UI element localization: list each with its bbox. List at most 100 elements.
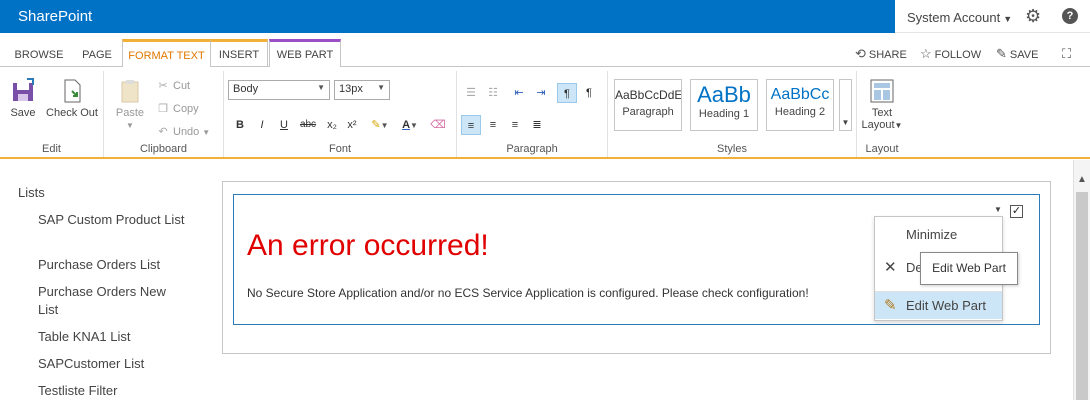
chevron-down-icon: ▼ xyxy=(1003,14,1013,24)
highlighter-icon: ✎ xyxy=(371,119,381,131)
group-label-styles: Styles xyxy=(717,143,747,155)
bold-button[interactable]: B xyxy=(230,115,250,135)
ribbon: Save Check Out Edit Paste ▼ ✂ Cut ❐ Copy ↶ U… xyxy=(0,67,1090,159)
nav-item[interactable]: SAP Custom Product List xyxy=(38,211,188,229)
text-layout-icon xyxy=(870,79,894,103)
follow-label: FOLLOW xyxy=(934,49,982,61)
clear-format-button[interactable]: ⌫ xyxy=(428,115,448,135)
focus-content-button[interactable]: ⛶ xyxy=(1062,46,1074,62)
chevron-down-icon: ▼ xyxy=(126,121,134,130)
scissors-icon: ✂ xyxy=(158,80,168,92)
edit-icon: ✎ xyxy=(884,297,897,314)
focus-icon: ⛶ xyxy=(1062,46,1072,61)
text-layout-button[interactable]: Text Layout▼ xyxy=(861,77,903,132)
font-color-icon: A xyxy=(402,119,411,131)
group-label-font: Font xyxy=(328,143,351,155)
bullet-list-icon[interactable]: ☰ xyxy=(461,83,481,103)
chevron-down-icon: ▼ xyxy=(202,128,211,137)
nav-heading-lists[interactable]: Lists xyxy=(18,185,45,200)
group-label-clipboard: Clipboard xyxy=(139,143,188,155)
numbered-list-icon[interactable]: ☷ xyxy=(483,83,503,103)
suite-bar: SharePoint System Account ▼ ⚙ ? xyxy=(0,0,1090,33)
tab-page[interactable]: PAGE xyxy=(78,44,116,67)
share-icon: ⟲ xyxy=(855,46,866,61)
ltr-icon[interactable]: ¶ xyxy=(557,83,577,103)
paste-label: Paste xyxy=(115,107,145,119)
error-message: No Secure Store Application and/or no EC… xyxy=(247,286,809,300)
underline-button[interactable]: U xyxy=(274,115,294,135)
help-icon[interactable]: ? xyxy=(1062,8,1078,24)
web-part-select-checkbox[interactable]: ✓ xyxy=(1010,205,1023,218)
nav-item[interactable]: Table KNA1 List xyxy=(38,328,188,346)
font-size-select[interactable]: 13px ▼ xyxy=(334,80,390,100)
italic-button[interactable]: I xyxy=(252,115,272,135)
subscript-button[interactable]: x₂ xyxy=(322,115,342,135)
nav-item[interactable]: Testliste Filter xyxy=(38,382,188,400)
app-title[interactable]: SharePoint xyxy=(18,8,92,25)
decrease-indent-icon[interactable]: ⇤ xyxy=(509,83,529,103)
font-color-button[interactable]: A▼ xyxy=(396,115,424,135)
chevron-down-icon: ▼ xyxy=(380,121,389,130)
nav-item[interactable]: Purchase Orders New List xyxy=(38,283,188,319)
ribbon-group-clipboard: Paste ▼ ✂ Cut ❐ Copy ↶ Undo ▼ Clipboard xyxy=(104,71,224,157)
check-out-label: Check Out xyxy=(46,107,98,119)
user-menu[interactable]: System Account ▼ xyxy=(907,10,1012,25)
increase-indent-icon[interactable]: ⇥ xyxy=(531,83,551,103)
font-size-value: 13px xyxy=(339,83,363,95)
copy-button[interactable]: ❐ Copy xyxy=(156,102,199,115)
text-layout-label-2: Layout xyxy=(861,119,895,131)
superscript-button[interactable]: x² xyxy=(342,115,362,135)
tab-format-text[interactable]: FORMAT TEXT xyxy=(122,39,211,68)
font-family-select[interactable]: Body ▼ xyxy=(228,80,330,100)
style-paragraph[interactable]: AaBbCcDdE Paragraph xyxy=(614,79,682,131)
style-heading-1-name: Heading 1 xyxy=(698,108,750,120)
ribbon-group-edit: Save Check Out Edit xyxy=(0,71,104,157)
group-label-edit: Edit xyxy=(42,143,61,155)
style-heading-1[interactable]: AaBb Heading 1 xyxy=(690,79,758,131)
strikethrough-button[interactable]: abc xyxy=(296,115,320,135)
nav-item[interactable]: Purchase Orders List xyxy=(38,256,188,274)
save-button[interactable]: Save xyxy=(6,77,40,119)
vertical-scrollbar[interactable]: ▲ xyxy=(1073,160,1090,400)
cut-button[interactable]: ✂ Cut xyxy=(156,79,190,92)
undo-icon: ↶ xyxy=(158,126,168,138)
style-paragraph-sample: AaBbCcDdE xyxy=(615,88,681,102)
styles-more-button[interactable]: ▼ xyxy=(839,79,852,131)
scrollbar-thumb[interactable] xyxy=(1076,192,1088,400)
undo-button[interactable]: ↶ Undo ▼ xyxy=(156,125,210,138)
justify-icon[interactable]: ≣ xyxy=(527,115,547,135)
align-right-icon[interactable]: ≡ xyxy=(505,115,525,135)
save-label: Save xyxy=(10,107,36,119)
paste-icon xyxy=(121,80,139,103)
ribbon-tab-row: BROWSE PAGE FORMAT TEXT INSERT WEB PART … xyxy=(0,33,1090,68)
rtl-icon[interactable]: ¶ xyxy=(579,83,599,103)
scroll-up-icon[interactable]: ▲ xyxy=(1077,174,1087,185)
error-title: An error occurred! xyxy=(247,229,489,262)
menu-item-edit-label: Edit Web Part xyxy=(906,298,986,313)
align-left-icon[interactable]: ≡ xyxy=(461,115,481,135)
paste-button[interactable]: Paste ▼ xyxy=(112,77,148,131)
menu-item-edit-web-part[interactable]: ✎ Edit Web Part xyxy=(875,291,1002,319)
menu-item-minimize[interactable]: Minimize xyxy=(875,221,1002,249)
share-button[interactable]: ⟲ SHARE xyxy=(855,46,907,62)
follow-button[interactable]: ☆ FOLLOW xyxy=(920,46,981,62)
undo-label: Undo xyxy=(173,126,200,138)
ribbon-group-styles: AaBbCcDdE Paragraph AaBb Heading 1 AaBbC… xyxy=(608,71,857,157)
star-icon: ☆ xyxy=(920,46,932,61)
nav-item[interactable]: SAPCustomer List xyxy=(38,355,188,373)
web-part-menu-icon[interactable]: ▼ xyxy=(994,205,1002,214)
style-heading-2[interactable]: AaBbCc Heading 2 xyxy=(766,79,834,131)
save-page-button[interactable]: ✎ SAVE xyxy=(996,46,1038,62)
share-label: SHARE xyxy=(868,49,907,61)
highlight-color-button[interactable]: ✎▼ xyxy=(366,115,394,135)
tab-insert[interactable]: INSERT xyxy=(211,39,268,67)
align-center-icon[interactable]: ≡ xyxy=(483,115,503,135)
chevron-down-icon: ▼ xyxy=(894,121,903,130)
tab-web-part[interactable]: WEB PART xyxy=(269,39,341,67)
cut-label: Cut xyxy=(173,80,191,92)
save-icon xyxy=(13,78,34,101)
gear-icon[interactable]: ⚙ xyxy=(1025,6,1041,27)
tab-browse[interactable]: BROWSE xyxy=(14,44,64,67)
check-out-button[interactable]: Check Out xyxy=(46,77,98,119)
close-icon: ✕ xyxy=(884,259,897,276)
